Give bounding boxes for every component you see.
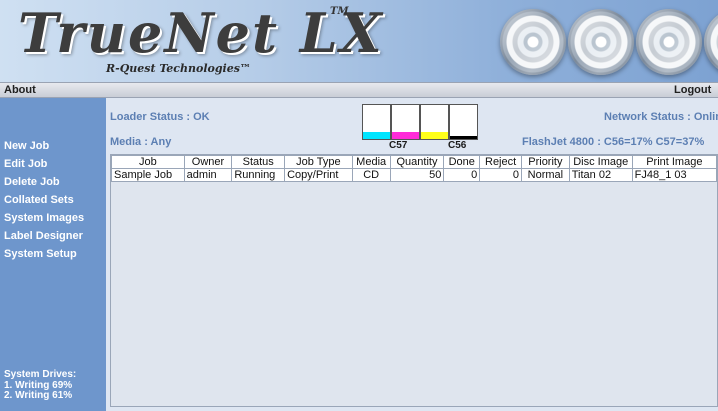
cd-disc-icon <box>704 9 718 75</box>
system-drives-title: System Drives: <box>4 369 77 380</box>
table-cell: Running <box>231 168 286 182</box>
table-cell: admin <box>183 168 233 182</box>
table-cell: Titan 02 <box>568 168 633 182</box>
sidebar-item-edit-job[interactable]: Edit Job <box>4 158 47 170</box>
table-cell: Copy/Print <box>284 168 353 182</box>
sidebar-item-delete-job[interactable]: Delete Job <box>4 176 60 188</box>
table-cell: 0 <box>443 168 481 182</box>
job-table: Job Owner Status Job Type Media Quantity Done R… <box>111 155 717 182</box>
table-row[interactable]: Sample Job admin Running Copy/Print CD 50 0 0 No… <box>111 168 717 182</box>
sidebar: New Job Edit Job Delete Job Collated Set… <box>0 98 106 411</box>
sidebar-item-label-designer[interactable]: Label Designer <box>4 230 83 242</box>
table-cell: Sample Job <box>111 168 185 182</box>
ink-cartridge-magenta <box>391 104 420 140</box>
cd-disc-icon <box>636 9 702 75</box>
app-logo-title: TrueNet LX <box>18 1 384 65</box>
sidebar-item-system-images[interactable]: System Images <box>4 212 84 224</box>
table-header-row: Job Owner Status Job Type Media Quantity Done R… <box>111 155 717 169</box>
ink-level-cyan <box>363 132 390 139</box>
media-status: Media : Any <box>110 136 172 148</box>
network-status: Network Status : Online <box>604 111 718 123</box>
ink-level-magenta <box>392 132 419 139</box>
table-cell: 50 <box>389 168 445 182</box>
ink-cartridge-black <box>449 104 478 140</box>
ink-cartridge-cyan <box>362 104 391 140</box>
about-link[interactable]: About <box>4 84 36 96</box>
loader-status: Loader Status : OK <box>110 111 210 123</box>
table-cell: CD <box>351 168 391 182</box>
ink-level-yellow <box>421 132 448 139</box>
column-header-disc-image[interactable]: Disc Image <box>568 155 633 169</box>
column-header-job[interactable]: Job <box>111 155 185 169</box>
column-header-print-image[interactable]: Print Image <box>631 155 717 169</box>
column-header-job-type[interactable]: Job Type <box>284 155 353 169</box>
cartridge-label-c56: C56 <box>448 140 467 151</box>
trademark-mark: TM <box>330 6 349 17</box>
column-header-reject[interactable]: Reject <box>479 155 522 169</box>
cartridge-label-c57: C57 <box>389 140 408 151</box>
app-header: TrueNet LX TM R-Quest Technologies™ <box>0 0 718 82</box>
sidebar-item-system-setup[interactable]: System Setup <box>4 248 77 260</box>
table-cell: 0 <box>479 168 522 182</box>
table-cell: Normal <box>521 168 570 182</box>
column-header-priority[interactable]: Priority <box>521 155 570 169</box>
cd-disc-icon <box>500 9 566 75</box>
column-header-owner[interactable]: Owner <box>183 155 233 169</box>
ink-cartridge-yellow <box>420 104 449 140</box>
logout-link[interactable]: Logout <box>674 84 711 96</box>
main-panel: Loader Status : OK Media : Any Network S… <box>106 98 718 411</box>
ink-level-indicator <box>362 104 478 140</box>
flashjet-status: FlashJet 4800 : C56=17% C57=37% <box>522 136 705 148</box>
cd-disc-icon <box>568 9 634 75</box>
sidebar-item-collated-sets[interactable]: Collated Sets <box>4 194 74 206</box>
column-header-media[interactable]: Media <box>351 155 391 169</box>
company-name: R-Quest Technologies™ <box>106 62 251 75</box>
table-body: Sample Job admin Running Copy/Print CD 50 0 0 No… <box>111 168 717 182</box>
sidebar-item-new-job[interactable]: New Job <box>4 140 49 152</box>
ink-level-black <box>450 135 477 139</box>
column-header-done[interactable]: Done <box>443 155 481 169</box>
top-menu-bar: About Logout <box>0 82 718 98</box>
column-header-quantity[interactable]: Quantity <box>389 155 445 169</box>
table-cell: FJ48_1 03 <box>631 168 717 182</box>
job-table-container: Job Owner Status Job Type Media Quantity Done R… <box>110 154 718 407</box>
drive-status-2: 2. Writing 61% <box>4 390 73 401</box>
column-header-status[interactable]: Status <box>231 155 286 169</box>
